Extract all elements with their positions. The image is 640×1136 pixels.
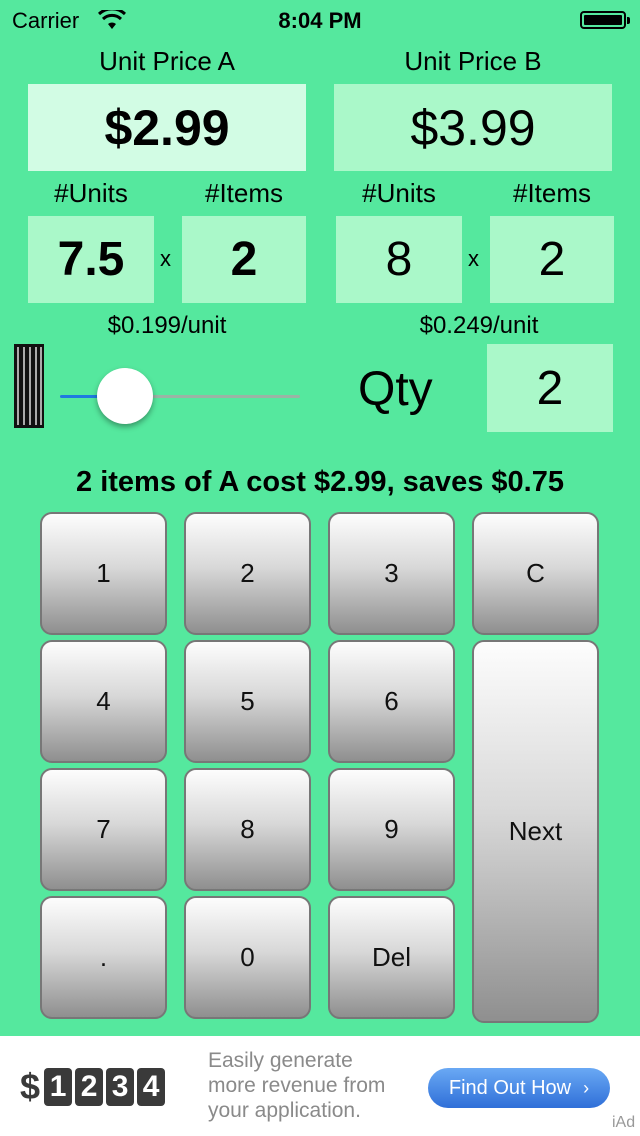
qty-field[interactable]: 2: [487, 344, 613, 432]
unit-price-b-label: Unit Price B: [404, 46, 542, 76]
items-b-label: #Items: [512, 178, 592, 208]
multiply-symbol-a: x: [160, 246, 171, 271]
result-text: 2 items of A cost $2.99, saves $0.75: [76, 466, 564, 498]
key-3[interactable]: 3: [328, 512, 455, 635]
ad-digit: 1: [44, 1068, 73, 1106]
ad-dollar: $: [20, 1066, 41, 1107]
clock: 8:04 PM: [278, 8, 362, 33]
quantity-slider[interactable]: [60, 366, 300, 426]
status-bar: Carrier 8:04 PM: [0, 0, 640, 40]
multiply-symbol-b: x: [468, 246, 479, 271]
key-2[interactable]: 2: [184, 512, 311, 635]
chevron-right-icon: ›: [583, 1077, 590, 1098]
slider-thumb[interactable]: [96, 368, 153, 424]
units-a-field[interactable]: 7.5: [28, 216, 154, 303]
ad-line-3: your application.: [208, 1099, 361, 1122]
ad-logo: $ 1 2 3 4: [20, 1066, 168, 1108]
unit-price-a-label: Unit Price A: [99, 46, 235, 76]
ad-text: Easily generate more revenue from your a…: [208, 1048, 385, 1123]
ad-banner[interactable]: $ 1 2 3 4 Easily generate more revenue f…: [0, 1036, 640, 1136]
next-button[interactable]: Next: [472, 640, 599, 1023]
barcode-icon[interactable]: [14, 344, 44, 428]
qty-label: Qty: [358, 363, 433, 416]
key-9[interactable]: 9: [328, 768, 455, 891]
iad-brand: iAd: [612, 1114, 636, 1131]
key-1[interactable]: 1: [40, 512, 167, 635]
items-a-label: #Items: [204, 178, 284, 208]
items-b-field[interactable]: 2: [490, 216, 614, 303]
ad-digit: 3: [106, 1068, 135, 1106]
ad-digit: 2: [75, 1068, 104, 1106]
ad-line-1: Easily generate: [208, 1049, 353, 1072]
price-a-field[interactable]: $2.99: [28, 84, 306, 171]
ad-digit: 4: [137, 1068, 166, 1106]
units-b-field[interactable]: 8: [336, 216, 462, 303]
key-7[interactable]: 7: [40, 768, 167, 891]
items-a-field[interactable]: 2: [182, 216, 306, 303]
key-8[interactable]: 8: [184, 768, 311, 891]
units-b-label: #Units: [362, 178, 436, 208]
price-b-field[interactable]: $3.99: [334, 84, 612, 171]
per-unit-b: $0.249/unit: [419, 312, 539, 339]
find-out-how-button[interactable]: Find Out How ›: [428, 1068, 610, 1108]
battery-icon: [580, 11, 630, 29]
delete-button[interactable]: Del: [328, 896, 455, 1019]
key-5[interactable]: 5: [184, 640, 311, 763]
units-a-label: #Units: [54, 178, 128, 208]
ad-button-label: Find Out How: [448, 1076, 572, 1099]
key-4[interactable]: 4: [40, 640, 167, 763]
per-unit-a: $0.199/unit: [107, 312, 227, 339]
key-0[interactable]: 0: [184, 896, 311, 1019]
key-decimal[interactable]: .: [40, 896, 167, 1019]
clear-button[interactable]: C: [472, 512, 599, 635]
ad-line-2: more revenue from: [208, 1074, 386, 1097]
key-6[interactable]: 6: [328, 640, 455, 763]
